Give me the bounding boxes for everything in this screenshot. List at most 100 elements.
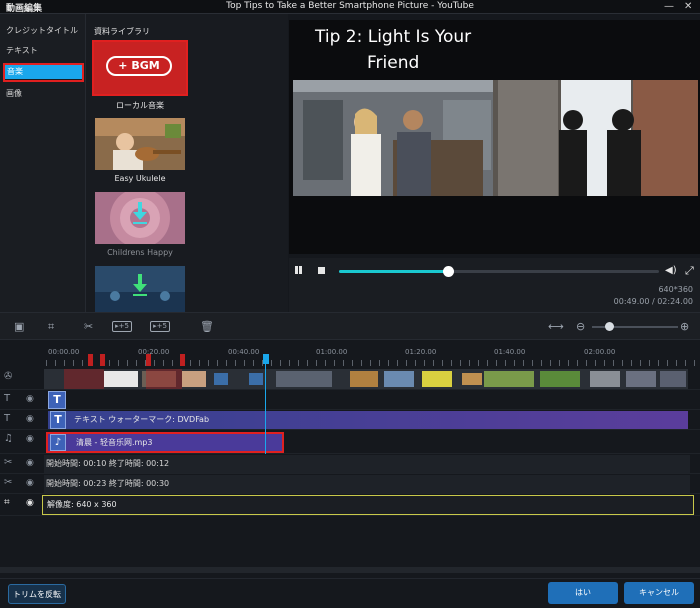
library-panel: 資料ライブラリ + BGM ローカル音楽 Easy Ukulele Childr…: [86, 14, 364, 312]
ruler-tick: 01:00.00: [316, 348, 348, 356]
trim-track: ✂ ◉ 開始時間: 00:10 終了時間: 00:12: [0, 454, 700, 474]
trim-clip-label: 開始時間: 00:23 終了時間: 00:30: [46, 479, 170, 488]
crop-track-icon: ⌗: [4, 497, 10, 508]
sidebar-item-credit-title[interactable]: クレジットタイトル: [6, 24, 78, 38]
library-item-thumbnail[interactable]: [95, 192, 185, 244]
close-icon[interactable]: ✕: [684, 1, 692, 12]
video-preview: Tip 2: Light Is Your Friend: [289, 20, 700, 254]
seek-track[interactable]: [339, 270, 659, 273]
pause-icon-bar: [299, 266, 302, 274]
video-clip-strip[interactable]: [44, 369, 688, 389]
zoom-out-icon[interactable]: ⊖: [576, 320, 585, 333]
library-title: 資料ライブラリ: [94, 27, 150, 36]
fullscreen-icon[interactable]: ⤢: [685, 264, 694, 278]
seek-progress: [339, 270, 448, 273]
fit-width-icon[interactable]: ⟷: [548, 320, 564, 333]
ruler-tick: 01:40.00: [494, 348, 526, 356]
trim-marker[interactable]: [88, 354, 93, 366]
minimize-icon[interactable]: —: [664, 1, 674, 12]
zoom-handle[interactable]: [605, 322, 615, 331]
timeline-toolbar: ▣ ⌗ ✂ ▸+5 ▸+5 🗑 ⟷ ⊖ ⊕: [0, 312, 700, 340]
crop-clip-label: 解像度: 640 x 360: [47, 500, 117, 509]
zoom-in-icon[interactable]: ⊕: [680, 320, 689, 333]
ok-button[interactable]: はい: [548, 582, 618, 604]
trim-region: [146, 369, 182, 389]
timeline-ruler: 00:00.00 00:20.00 00:40.00 01:00.00 01:2…: [0, 340, 700, 368]
delete-icon[interactable]: 🗑: [200, 320, 214, 333]
title-bar: Top Tips to Take a Better Smartphone Pic…: [0, 0, 700, 14]
text-track: T ◉ T: [0, 390, 700, 410]
trim-track-icon: ✂: [4, 457, 13, 468]
eye-icon[interactable]: ◉: [26, 498, 34, 508]
eye-icon[interactable]: ◉: [26, 434, 34, 444]
pause-icon[interactable]: [295, 266, 298, 274]
stop-icon[interactable]: [318, 267, 325, 274]
footer-bar: トリムを反転 はい キャンセル: [0, 567, 700, 608]
sidebar-item-image[interactable]: 画像: [6, 87, 22, 101]
crop-icon[interactable]: ⌗: [48, 320, 54, 334]
cancel-button[interactable]: キャンセル: [624, 582, 694, 604]
ruler-tick: 00:20.00: [138, 348, 170, 356]
eye-icon[interactable]: ◉: [26, 414, 34, 424]
eye-icon[interactable]: ◉: [26, 394, 34, 404]
ruler-tick: 02:00.00: [584, 348, 616, 356]
save-icon[interactable]: ▣: [14, 320, 24, 333]
playhead-handle[interactable]: [263, 354, 269, 364]
library-item-label: ローカル音楽: [116, 101, 164, 110]
text-track-icon: T: [4, 413, 11, 424]
audio-clip-icon: ♪: [50, 434, 66, 451]
crop-clip[interactable]: 解像度: 640 x 360: [42, 495, 694, 515]
trim-marker[interactable]: [180, 354, 185, 366]
timeline-hscrollbar[interactable]: [0, 567, 700, 573]
text-clip-icon: T: [50, 411, 66, 429]
library-item-thumbnail[interactable]: [95, 266, 185, 312]
window-title: Top Tips to Take a Better Smartphone Pic…: [226, 1, 474, 11]
library-item-thumbnail[interactable]: [95, 118, 185, 170]
video-caption-line1: Tip 2: Light Is Your: [315, 27, 472, 47]
trim-track-icon: ✂: [4, 477, 13, 488]
trim-clip-label: 開始時間: 00:10 終了時間: 00:12: [46, 459, 170, 468]
music-note-icon: ♫: [4, 433, 13, 444]
library-item-label: Easy Ukulele: [114, 174, 166, 183]
seek-handle[interactable]: [442, 266, 454, 277]
crop-track: ⌗ ◉ 解像度: 640 x 360: [0, 494, 700, 516]
trim-icon[interactable]: ✂: [84, 320, 93, 333]
trim-track: ✂ ◉ 開始時間: 00:23 終了時間: 00:30: [0, 474, 700, 494]
text-track: T ◉ T テキスト ウォーターマーク: DVDFab: [0, 410, 700, 430]
audio-clip[interactable]: ♪ 清晨 - 轻音乐网.mp3: [46, 432, 284, 453]
text-clip-icon[interactable]: T: [48, 391, 66, 409]
jump-back-icon[interactable]: ▸+5: [112, 321, 132, 332]
trim-marker[interactable]: [146, 354, 151, 366]
video-frame: [293, 80, 698, 196]
ruler-tick: 01:20.00: [405, 348, 437, 356]
library-item-label: Childrens Happy: [107, 248, 173, 257]
trim-region: [64, 369, 104, 389]
trim-clip[interactable]: 開始時間: 00:23 終了時間: 00:30: [44, 475, 690, 493]
film-reel-icon: ✇: [4, 371, 13, 382]
player-controls: ◀) ⤢ 640*360 00:49.00 / 02:24.00: [289, 258, 700, 312]
invert-trim-button[interactable]: トリムを反転: [8, 584, 66, 604]
video-caption-line2: Friend: [367, 53, 420, 73]
ruler-ticks: [46, 360, 696, 366]
trim-marker[interactable]: [100, 354, 105, 366]
sidebar-item-text[interactable]: テキスト: [6, 44, 38, 58]
text-track-icon: T: [4, 393, 11, 404]
ruler-tick: 00:40.00: [228, 348, 260, 356]
audio-track: ♫ ◉ ♪ 清晨 - 轻音乐网.mp3: [0, 430, 700, 454]
text-watermark-clip[interactable]: T テキスト ウォーターマーク: DVDFab: [48, 411, 688, 429]
jump-forward-icon[interactable]: ▸+5: [150, 321, 170, 332]
app-title: 動画編集: [6, 4, 43, 14]
video-track: ✇: [0, 368, 700, 390]
volume-icon[interactable]: ◀): [665, 265, 677, 276]
add-bgm-tile[interactable]: + BGM: [92, 40, 188, 96]
playhead-line: [265, 358, 266, 454]
text-watermark-label: テキスト ウォーターマーク: DVDFab: [74, 415, 210, 424]
eye-icon[interactable]: ◉: [26, 478, 34, 488]
highlight-box: [3, 63, 84, 82]
trim-clip[interactable]: 開始時間: 00:10 終了時間: 00:12: [44, 455, 690, 473]
category-sidebar: クレジットタイトル テキスト 音楽 画像: [0, 14, 86, 312]
add-bgm-button[interactable]: + BGM: [106, 56, 172, 76]
time-readout: 00:49.00 / 02:24.00: [613, 297, 693, 306]
eye-icon[interactable]: ◉: [26, 458, 34, 468]
audio-clip-label: 清晨 - 轻音乐网.mp3: [76, 438, 153, 447]
